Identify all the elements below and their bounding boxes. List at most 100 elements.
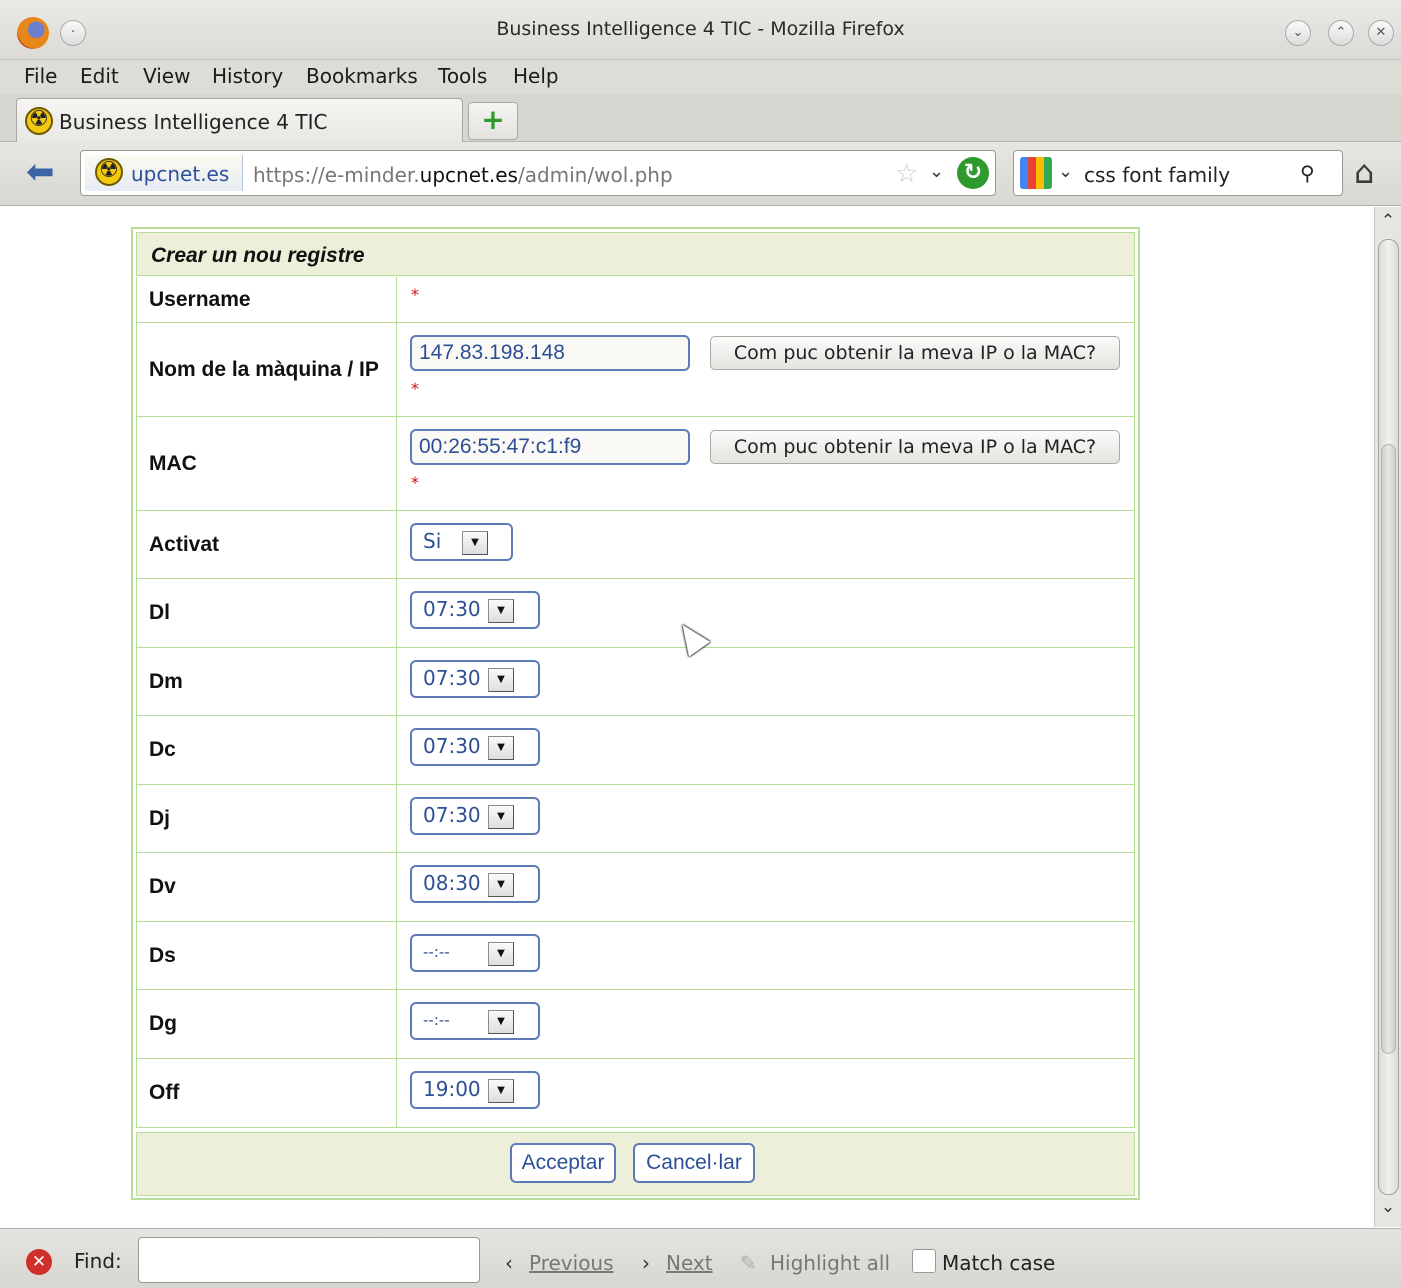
vertical-scrollbar[interactable]: ⌃ ⌄ [1374,207,1401,1227]
home-icon[interactable]: ⌂ [1354,154,1374,190]
menu-file[interactable]: File [24,64,57,88]
match-case-checkbox[interactable] [912,1249,936,1273]
label-cell: Username [137,277,397,322]
activat-value: Si [423,529,442,553]
time-select-dg[interactable]: --:-- ▼ [410,1002,540,1040]
row-day-dj: Dj 07:30 ▼ [136,785,1135,853]
dropdown-arrow-icon[interactable]: ▼ [488,942,514,966]
reload-icon[interactable]: ↻ [957,157,989,189]
close-find-bar-icon[interactable]: ✕ [26,1249,52,1275]
close-window-button[interactable]: ✕ [1368,20,1394,46]
back-arrow-icon[interactable]: ⬅ [26,155,55,189]
label-cell: Dm [137,648,397,715]
time-select-dv[interactable]: 08:30 ▼ [410,865,540,903]
dropdown-arrow-icon[interactable]: ▼ [488,873,514,897]
time-value: 07:30 [423,666,481,690]
dropdown-arrow-icon[interactable]: ▼ [488,1010,514,1034]
dropdown-arrow-icon[interactable]: ▼ [488,1079,514,1103]
menu-edit[interactable]: Edit [80,64,119,88]
find-previous-button[interactable]: Previous [529,1251,614,1275]
binoculars-search-icon[interactable]: ⚲ [1300,161,1315,185]
search-input[interactable]: css font family [1084,163,1230,187]
help-ip-mac-button[interactable]: Com puc obtenir la meva IP o la MAC? [710,430,1120,464]
menu-help[interactable]: Help [513,64,559,88]
day-label: Dg [149,1012,177,1035]
menu-bar: File Edit View History Bookmarks Tools H… [0,60,1401,94]
label-cell: Dg [137,990,397,1058]
row-mac: MAC 00:26:55:47:c1:f9 Com puc obtenir la… [136,417,1135,511]
time-value: 08:30 [423,871,481,895]
identity-favicon-icon [95,158,123,186]
row-day-dl: Dl 07:30 ▼ [136,579,1135,648]
dropdown-arrow-icon[interactable]: ▼ [462,531,488,555]
help-ip-mac-button[interactable]: Com puc obtenir la meva IP o la MAC? [710,336,1120,370]
day-label: Dc [149,738,176,761]
highlight-icon: ✎ [740,1251,757,1275]
maximize-button[interactable]: ⌃ [1328,20,1354,46]
url-bar[interactable]: upcnet.es https://e-minder.upcnet.es/adm… [80,150,996,196]
cancel-button[interactable]: Cancel·lar [633,1143,755,1183]
url-prefix: https://e-minder. [253,163,420,187]
find-input[interactable] [138,1237,480,1283]
window-titlebar: · Business Intelligence 4 TIC - Mozilla … [0,0,1401,60]
accept-button[interactable]: Acceptar [510,1143,616,1183]
scrollbar-thumb[interactable] [1378,239,1399,1195]
scroll-down-icon[interactable]: ⌄ [1375,1197,1401,1223]
dropdown-arrow-icon[interactable]: ▼ [488,805,514,829]
required-mark: * [411,473,419,492]
menu-history[interactable]: History [212,64,283,88]
menu-bookmarks[interactable]: Bookmarks [306,64,418,88]
find-bar: ✕ Find: ‹ Previous › Next ✎ Highlight al… [0,1228,1401,1288]
url-history-dropdown-icon[interactable]: ⌄ [929,161,944,182]
time-select-dm[interactable]: 07:30 ▼ [410,660,540,698]
time-select-dl[interactable]: 07:30 ▼ [410,591,540,629]
row-machine: Nom de la màquina / IP 147.83.198.148 Co… [136,323,1135,417]
time-select-dj[interactable]: 07:30 ▼ [410,797,540,835]
time-select-dc[interactable]: 07:30 ▼ [410,728,540,766]
minimize-button[interactable]: ⌄ [1285,20,1311,46]
dropdown-arrow-icon[interactable]: ▼ [488,668,514,692]
site-identity-button[interactable]: upcnet.es [85,155,243,191]
url-text[interactable]: https://e-minder.upcnet.es/admin/wol.php [253,163,673,187]
bookmark-star-icon[interactable]: ☆ [895,159,918,189]
row-day-dv: Dv 08:30 ▼ [136,853,1135,922]
find-next-button[interactable]: Next [666,1251,713,1275]
search-bar[interactable]: ⌄ css font family ⚲ [1013,150,1343,196]
time-value: --:-- [423,943,450,961]
dropdown-arrow-icon[interactable]: ▼ [488,736,514,760]
search-engine-dropdown-icon[interactable]: ⌄ [1058,161,1073,182]
match-case-label[interactable]: Match case [942,1251,1055,1275]
dropdown-arrow-icon[interactable]: ▼ [488,599,514,623]
required-mark: * [411,379,419,398]
url-domain: upcnet.es [419,163,518,187]
tab-business-intelligence[interactable]: Business Intelligence 4 TIC [16,98,463,142]
mac-input[interactable]: 00:26:55:47:c1:f9 [410,429,690,465]
time-value: 07:30 [423,734,481,758]
google-engine-icon[interactable] [1020,157,1052,189]
scroll-up-icon[interactable]: ⌃ [1375,211,1401,237]
time-value: --:-- [423,1011,450,1029]
new-tab-button[interactable]: + [468,102,518,140]
day-label: Ds [149,943,176,967]
day-label: Dm [149,669,183,693]
time-select-off[interactable]: 19:00 ▼ [410,1071,540,1109]
menu-view[interactable]: View [143,64,190,88]
previous-arrow-icon[interactable]: ‹ [505,1251,513,1275]
label-cell: Off [137,1059,397,1127]
navigation-bar: ⬅ upcnet.es https://e-minder.upcnet.es/a… [0,142,1401,206]
row-username: Username * [136,277,1135,323]
highlight-all-button[interactable]: Highlight all [770,1251,890,1275]
menu-tools[interactable]: Tools [438,64,487,88]
next-arrow-icon[interactable]: › [642,1251,650,1275]
label-cell: Activat [137,511,397,578]
username-label: Username [149,287,251,311]
mac-label: MAC [149,451,197,475]
tab-strip: Business Intelligence 4 TIC + [0,94,1401,142]
row-activat: Activat Si ▼ [136,511,1135,579]
day-label: Dl [149,601,170,624]
form-header: Crear un nou registre [136,232,1135,276]
activat-select[interactable]: Si ▼ [410,523,513,561]
find-label: Find: [74,1249,122,1273]
time-select-ds[interactable]: --:-- ▼ [410,934,540,972]
machine-ip-input[interactable]: 147.83.198.148 [410,335,690,371]
